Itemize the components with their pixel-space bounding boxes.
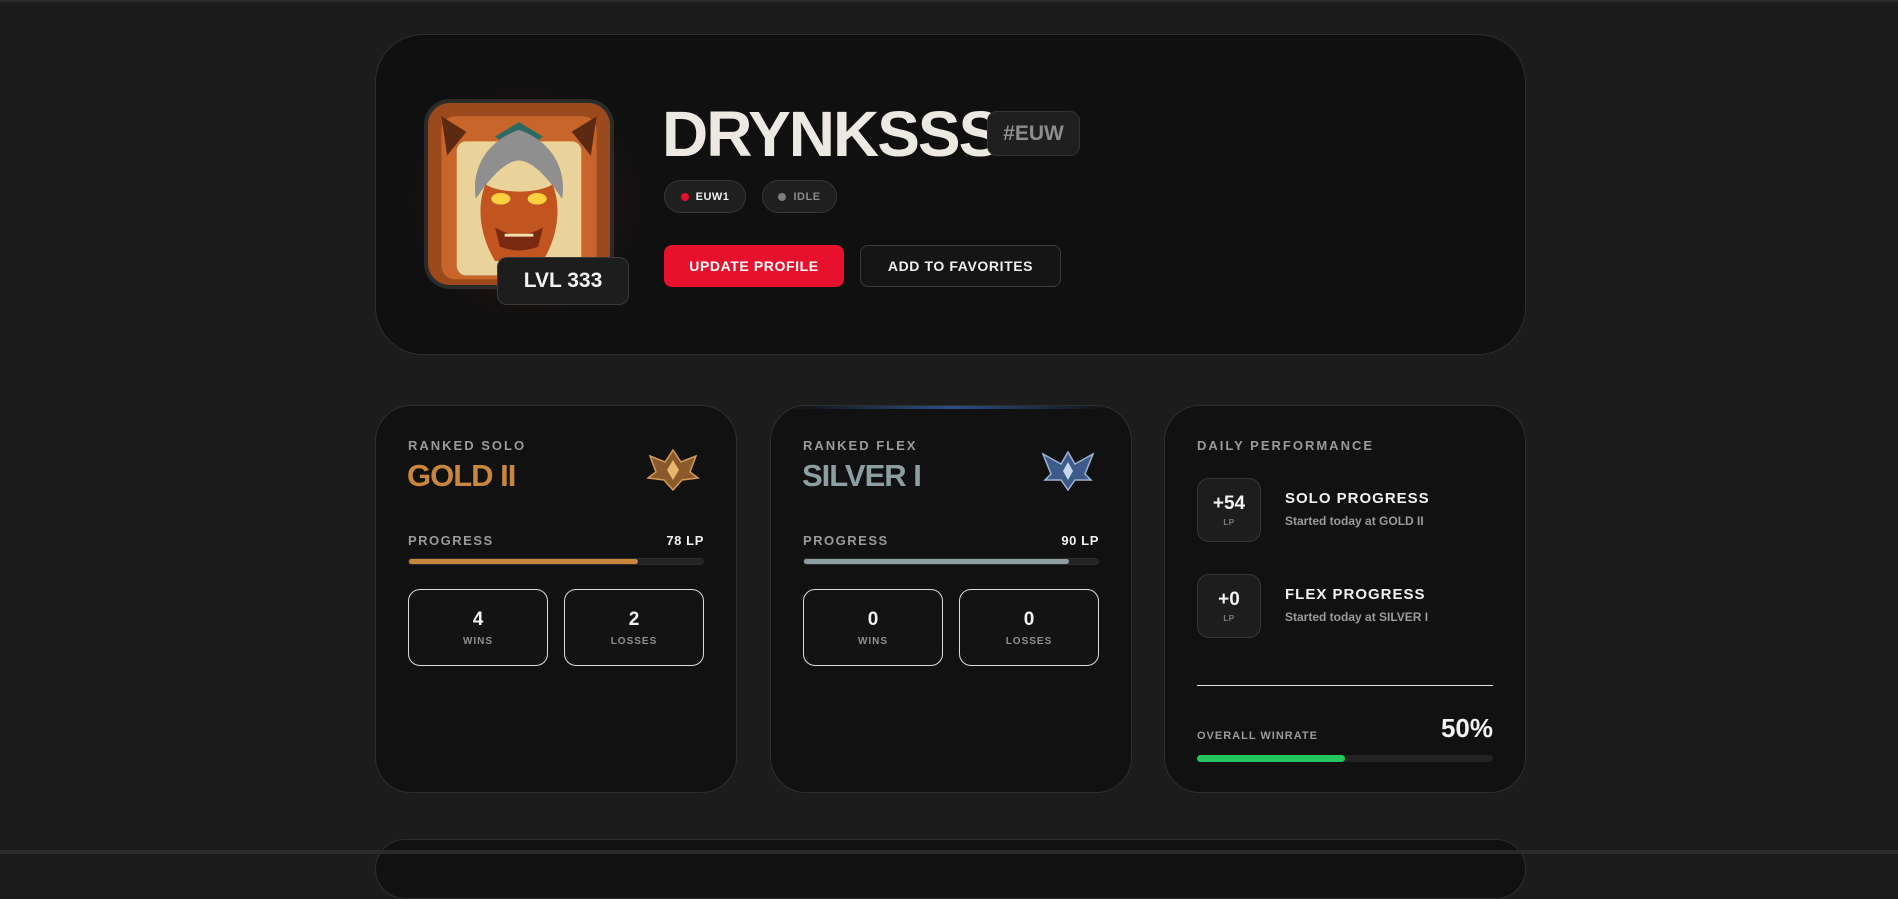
player-name: DRYNKSSS: [662, 98, 1001, 170]
wins-label: WINS: [857, 636, 889, 647]
progress-label: PROGRESS: [803, 533, 889, 548]
wins-count: 0: [867, 609, 879, 630]
flex-progress-row: +0 LP FLEX PROGRESS Started today at SIL…: [1197, 574, 1497, 638]
ranked-flex-card: RANKED FLEX SILVER I PROGRESS 90 LP 0 WI…: [770, 405, 1132, 793]
card-top-glow: [791, 406, 1111, 409]
losses-count: 0: [1023, 609, 1035, 630]
progress-fill: [409, 559, 639, 564]
lp-delta-box: +54 LP: [1197, 478, 1261, 542]
wins-label: WINS: [462, 636, 494, 647]
idle-status-dot: [778, 192, 787, 201]
lp-delta-box: +0 LP: [1197, 574, 1261, 638]
lp-delta: +54: [1212, 493, 1246, 514]
rank-title: SILVER I: [802, 458, 922, 493]
daily-title: DAILY PERFORMANCE: [1197, 438, 1375, 453]
losses-label: LOSSES: [1005, 636, 1053, 647]
lp-unit: LP: [1223, 614, 1235, 623]
ranked-solo-card: RANKED SOLO GOLD II PROGRESS 78 LP 4 WIN…: [375, 405, 737, 793]
lp-unit: LP: [1223, 518, 1235, 527]
rank-title: GOLD II: [407, 458, 516, 493]
level-badge: LVL 333: [497, 257, 629, 305]
winrate-bar: [1197, 755, 1493, 762]
bottom-border: [0, 850, 1898, 854]
server-pill: EUW1: [664, 180, 746, 213]
winrate-label: OVERALL WINRATE: [1197, 730, 1318, 742]
server-status-dot: [680, 192, 689, 201]
losses-box: 0 LOSSES: [959, 589, 1099, 666]
update-profile-button[interactable]: UPDATE PROFILE: [664, 245, 844, 287]
gold-emblem-icon: [646, 448, 700, 492]
server-label: EUW1: [695, 190, 730, 203]
add-to-favorites-button[interactable]: ADD TO FAVORITES: [860, 245, 1061, 287]
progress-label: PROGRESS: [408, 533, 494, 548]
silver-emblem-icon: [1041, 450, 1095, 492]
lp-value: 90 LP: [1061, 533, 1099, 548]
daily-performance-card: DAILY PERFORMANCE +54 LP SOLO PROGRESS S…: [1164, 405, 1526, 793]
winrate-value: 50%: [1440, 713, 1493, 743]
winrate-fill: [1197, 755, 1345, 762]
next-section-card: [375, 839, 1526, 899]
losses-box: 2 LOSSES: [564, 589, 704, 666]
flex-progress-title: FLEX PROGRESS: [1285, 586, 1426, 603]
lp-delta: +0: [1218, 589, 1240, 610]
status-pill: IDLE: [762, 180, 837, 213]
queue-label: RANKED SOLO: [408, 438, 527, 453]
progress-bar: [803, 558, 1099, 565]
wins-count: 4: [472, 609, 484, 630]
status-label: IDLE: [793, 190, 821, 203]
wins-box: 0 WINS: [803, 589, 943, 666]
progress-fill: [804, 559, 1069, 564]
losses-label: LOSSES: [610, 636, 658, 647]
progress-bar: [408, 558, 704, 565]
flex-progress-subtitle: Started today at SILVER I: [1285, 610, 1429, 624]
losses-count: 2: [628, 609, 640, 630]
top-border: [0, 0, 1898, 2]
divider: [1197, 685, 1493, 686]
solo-progress-subtitle: Started today at GOLD II: [1285, 514, 1424, 528]
solo-progress-row: +54 LP SOLO PROGRESS Started today at GO…: [1197, 478, 1497, 542]
solo-progress-title: SOLO PROGRESS: [1285, 490, 1430, 507]
wins-box: 4 WINS: [408, 589, 548, 666]
queue-label: RANKED FLEX: [803, 438, 918, 453]
lp-value: 78 LP: [666, 533, 704, 548]
region-tag: #EUW: [987, 111, 1080, 156]
